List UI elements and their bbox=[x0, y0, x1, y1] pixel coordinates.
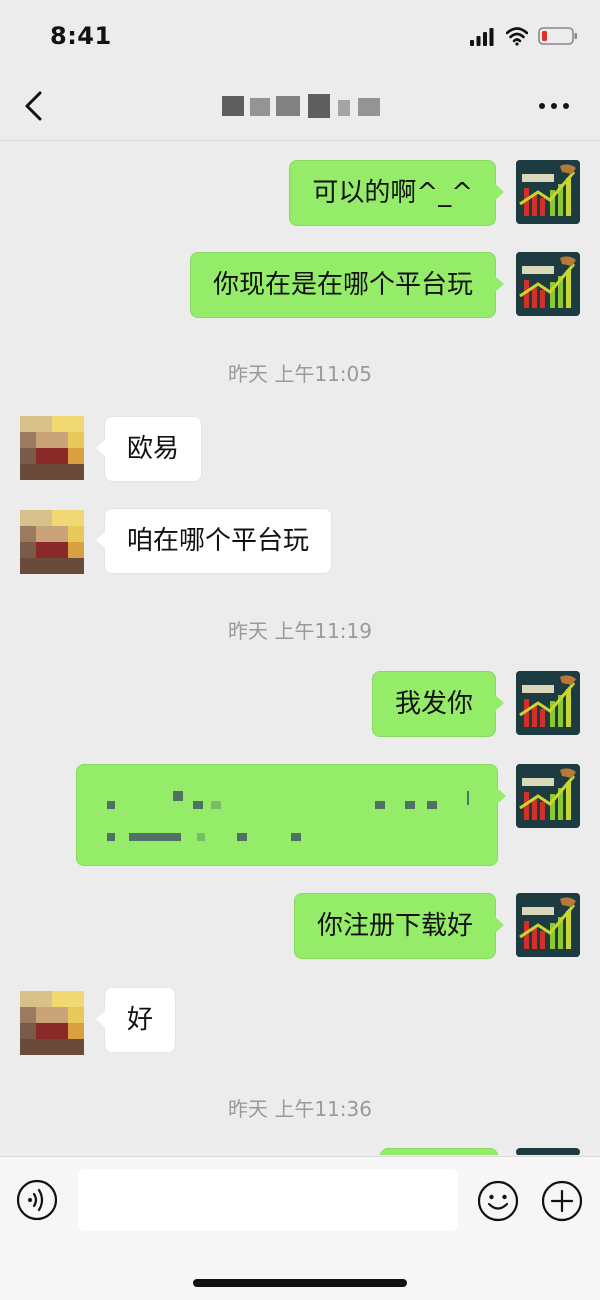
self-avatar[interactable] bbox=[516, 1148, 580, 1155]
self-avatar[interactable] bbox=[516, 160, 580, 224]
self-avatar[interactable] bbox=[516, 764, 580, 828]
timestamp: 昨天 上午11:05 bbox=[228, 362, 372, 386]
message-bubble-outgoing[interactable]: 你注册下载好 bbox=[293, 893, 505, 959]
message-bubble-outgoing[interactable]: 可以的啊^_^ bbox=[289, 160, 504, 226]
status-time: 8:41 bbox=[50, 22, 112, 50]
self-avatar-image bbox=[516, 160, 580, 224]
more-options-icon[interactable] bbox=[534, 96, 574, 116]
contact-avatar[interactable] bbox=[20, 991, 84, 1055]
self-avatar-image bbox=[516, 671, 580, 735]
self-avatar[interactable] bbox=[516, 252, 580, 316]
voice-icon[interactable] bbox=[16, 1179, 58, 1221]
back-button[interactable] bbox=[18, 88, 54, 124]
message-bubble-incoming[interactable]: 欧易 bbox=[95, 416, 203, 482]
message-input[interactable] bbox=[78, 1169, 458, 1231]
self-avatar-image bbox=[516, 252, 580, 316]
status-bar: 8:41 bbox=[0, 0, 600, 70]
timestamp: 昨天 上午11:19 bbox=[228, 619, 372, 643]
chat-title-redacted bbox=[210, 90, 400, 122]
message-bubble-incoming[interactable]: 咱在哪个平台玩 bbox=[95, 508, 333, 574]
self-avatar-image bbox=[516, 764, 580, 828]
contact-avatar[interactable] bbox=[20, 510, 84, 574]
home-indicator bbox=[193, 1279, 407, 1287]
self-avatar[interactable] bbox=[516, 671, 580, 735]
emoji-icon[interactable] bbox=[476, 1179, 520, 1223]
message-bubble-outgoing[interactable]: 你现在是在哪个平台玩 bbox=[189, 252, 505, 318]
self-avatar-image bbox=[516, 893, 580, 957]
message-bubble-outgoing[interactable]: 我发你 bbox=[371, 671, 505, 737]
input-bar bbox=[0, 1156, 600, 1300]
chat-area: 可以的啊^_^ 你现在是在哪个平台玩 昨天 上午11:05 欧易 咱在哪个平台玩… bbox=[0, 141, 600, 1155]
battery-icon bbox=[538, 27, 577, 45]
timestamp: 昨天 上午11:36 bbox=[228, 1097, 372, 1121]
message-bubble-outgoing[interactable] bbox=[380, 1148, 498, 1155]
wifi-icon bbox=[506, 27, 528, 46]
self-avatar[interactable] bbox=[516, 893, 580, 957]
plus-icon[interactable] bbox=[540, 1179, 584, 1223]
nav-bar bbox=[0, 70, 600, 141]
signal-icon bbox=[470, 28, 494, 46]
message-bubble-incoming[interactable]: 好 bbox=[95, 987, 177, 1053]
redacted-link-message[interactable] bbox=[76, 764, 506, 866]
contact-avatar[interactable] bbox=[20, 416, 84, 480]
